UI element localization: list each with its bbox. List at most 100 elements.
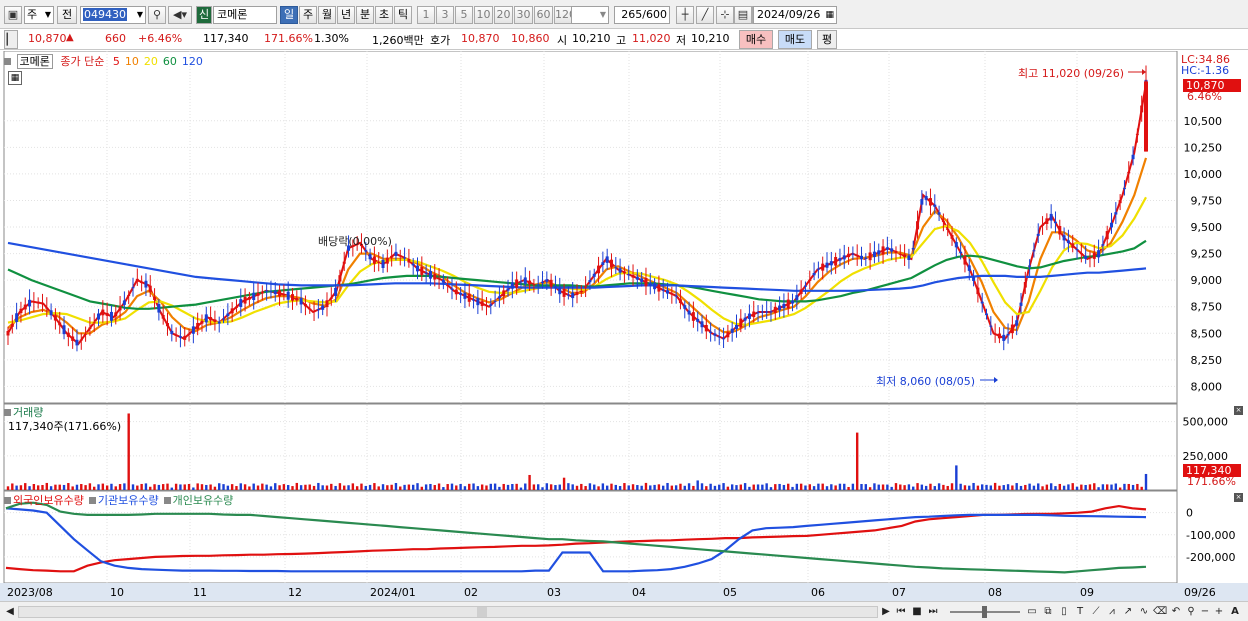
line-icon[interactable]: ⟋ bbox=[1089, 605, 1103, 619]
volume-bar bbox=[748, 486, 751, 490]
interval-3[interactable]: 3 bbox=[436, 6, 454, 24]
minus-icon[interactable]: − bbox=[1199, 605, 1211, 619]
volume-bar bbox=[524, 483, 527, 490]
candle-body bbox=[536, 284, 540, 286]
candle-body bbox=[118, 306, 122, 311]
candle-body bbox=[532, 284, 536, 286]
volume-bar bbox=[1088, 484, 1092, 490]
rewind-icon[interactable]: ⏮ bbox=[895, 605, 907, 619]
scroll-track[interactable] bbox=[18, 606, 878, 618]
candle-icon[interactable]: ┼ bbox=[676, 6, 694, 24]
scroll-left-icon[interactable]: ◀ bbox=[4, 605, 16, 619]
interval-60[interactable]: 60 bbox=[534, 6, 553, 24]
interval-30[interactable]: 30 bbox=[514, 6, 533, 24]
price-pane[interactable] bbox=[3, 51, 1178, 404]
ma-legend-20[interactable]: 20 bbox=[144, 55, 158, 68]
period-select[interactable]: 주 ▼ bbox=[24, 6, 54, 24]
split-icon[interactable]: ▯ bbox=[1057, 605, 1071, 619]
zoom-icon[interactable]: ⚲ bbox=[1185, 605, 1197, 619]
volume-bar bbox=[140, 483, 143, 490]
volume-bar bbox=[442, 487, 445, 490]
close-icon[interactable]: × bbox=[1234, 406, 1243, 415]
chart-canvas[interactable]: 8,000 8,250 8,500 8,750 9,000 9,250 9,500 9,750… bbox=[0, 51, 1248, 601]
candle-body bbox=[808, 279, 812, 281]
ma-legend-10[interactable]: 10 bbox=[125, 55, 139, 68]
compare-icon[interactable]: ⧉ bbox=[1041, 605, 1055, 619]
volume-pane[interactable] bbox=[3, 403, 1178, 491]
tab-3[interactable]: 년 bbox=[337, 6, 355, 24]
legend-square-icon bbox=[4, 409, 11, 416]
low-arrow-head bbox=[994, 377, 998, 383]
tab-1[interactable]: 주 bbox=[299, 6, 317, 24]
volume-bar bbox=[304, 484, 307, 490]
plus-icon[interactable]: + bbox=[1213, 605, 1225, 619]
shin-button[interactable]: 신 bbox=[196, 6, 212, 24]
prev-button[interactable]: 전 bbox=[57, 6, 77, 24]
interval-10[interactable]: 10 bbox=[474, 6, 493, 24]
candle-body bbox=[342, 261, 346, 264]
crosshair-icon[interactable]: ⊹ bbox=[716, 6, 734, 24]
high-price: 11,020 bbox=[632, 32, 671, 45]
interval-1[interactable]: 1 bbox=[417, 6, 435, 24]
ma-legend-60[interactable]: 60 bbox=[163, 55, 177, 68]
close-icon[interactable]: × bbox=[1234, 493, 1243, 502]
tab-0[interactable]: 일 bbox=[280, 6, 298, 24]
undo-icon[interactable]: ↶ bbox=[1169, 605, 1183, 619]
candle-body bbox=[308, 308, 312, 310]
trend-icon[interactable]: ⩘ bbox=[1105, 605, 1119, 619]
search-icon[interactable]: ⚲ bbox=[148, 6, 166, 24]
volume-bar bbox=[368, 484, 372, 490]
count-field[interactable]: 265/600 bbox=[614, 6, 670, 24]
arrow-draw-icon[interactable]: ↗ bbox=[1121, 605, 1135, 619]
eraser-icon[interactable]: ⌫ bbox=[1153, 605, 1167, 619]
tab-6[interactable]: 틱 bbox=[394, 6, 412, 24]
candle-body bbox=[515, 279, 519, 288]
holding-legend-2[interactable]: 개인보유수량 bbox=[173, 494, 234, 507]
candle-body bbox=[601, 262, 605, 265]
sell-button[interactable]: 매도 bbox=[778, 30, 812, 49]
candle-body bbox=[528, 280, 532, 285]
interval-20[interactable]: 20 bbox=[494, 6, 513, 24]
volume-bar bbox=[45, 482, 48, 490]
legend-stock-name[interactable]: 코메론 bbox=[16, 54, 53, 69]
draw-icon[interactable]: ╱ bbox=[696, 6, 714, 24]
save-icon[interactable]: ▤ bbox=[734, 6, 752, 24]
font-size-icon[interactable]: A bbox=[1228, 605, 1242, 619]
ma-legend-120[interactable]: 120 bbox=[182, 55, 203, 68]
buy-button[interactable]: 매수 bbox=[739, 30, 773, 49]
interval-5[interactable]: 5 bbox=[455, 6, 473, 24]
interval-dropdown[interactable]: ▼ bbox=[571, 6, 609, 24]
date-field[interactable]: 2024/09/26 ▦ bbox=[753, 6, 837, 24]
zoom-slider-thumb[interactable] bbox=[982, 606, 987, 618]
holding-legend-1[interactable]: 기관보유수량 bbox=[98, 494, 159, 507]
tab-4[interactable]: 분 bbox=[356, 6, 374, 24]
candle-body bbox=[204, 314, 208, 323]
volume-bar bbox=[230, 484, 234, 490]
candle-body bbox=[71, 336, 75, 341]
scroll-thumb[interactable] bbox=[477, 607, 487, 617]
window-icon[interactable]: ▣ bbox=[4, 6, 22, 24]
volume-bar bbox=[105, 485, 109, 490]
sound-icon[interactable]: ◀▾ bbox=[168, 6, 192, 24]
grid-toggle-icon[interactable]: ▦ bbox=[8, 71, 22, 85]
ma-legend-5[interactable]: 5 bbox=[113, 55, 120, 68]
avg-button[interactable]: 평 bbox=[817, 30, 837, 49]
price-tick-label: 8,250 bbox=[1191, 354, 1223, 367]
candle-body bbox=[946, 228, 950, 230]
layout-icon[interactable]: ▭ bbox=[1025, 605, 1039, 619]
stop-icon[interactable]: ■ bbox=[911, 605, 923, 619]
volume-bar bbox=[390, 484, 393, 490]
candle-body bbox=[338, 275, 342, 282]
price-tick-label: 10,000 bbox=[1184, 168, 1223, 181]
wave-icon[interactable]: ∿ bbox=[1137, 605, 1151, 619]
tab-2[interactable]: 월 bbox=[318, 6, 336, 24]
scroll-right-icon[interactable]: ▶ bbox=[880, 605, 892, 619]
stock-name-field[interactable]: 코메론 bbox=[213, 6, 277, 24]
stock-code-input[interactable]: 049430 ▼ bbox=[80, 6, 146, 24]
text-icon[interactable]: T bbox=[1073, 605, 1087, 619]
volume-bar bbox=[32, 484, 36, 490]
forward-icon[interactable]: ⏭ bbox=[927, 605, 939, 619]
holding-legend-0[interactable]: 외국인보유수량 bbox=[13, 494, 84, 507]
collapse-icon[interactable]: ▏ bbox=[4, 30, 18, 49]
tab-5[interactable]: 초 bbox=[375, 6, 393, 24]
